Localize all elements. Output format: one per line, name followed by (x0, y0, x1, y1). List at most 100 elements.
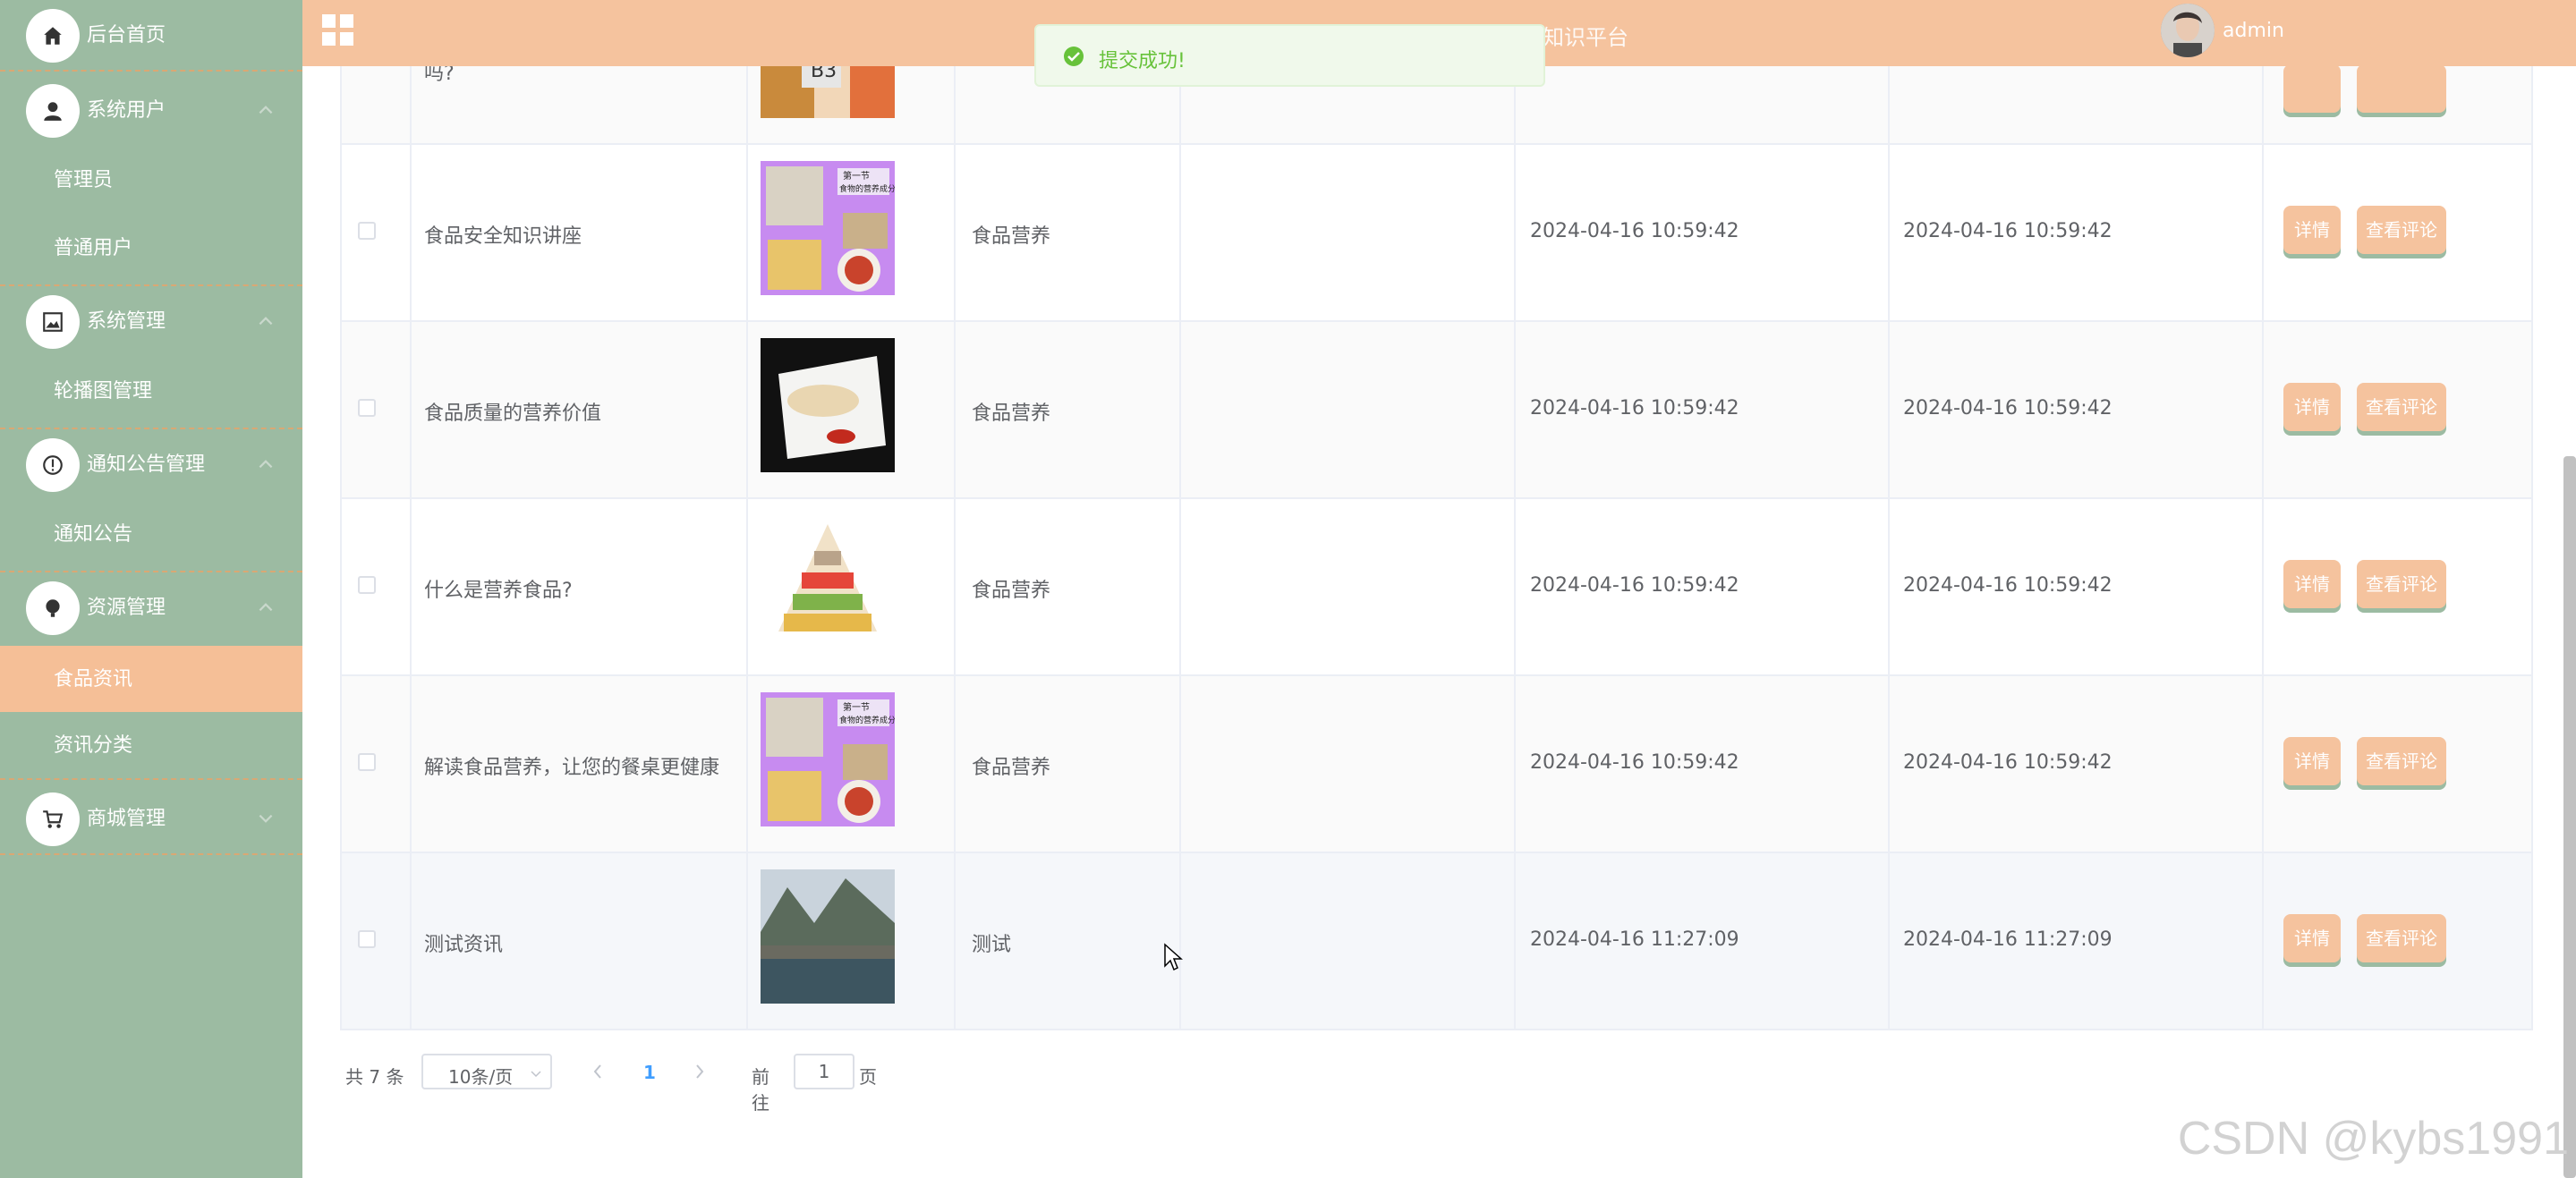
sidebar-item-label: 资讯分类 (54, 734, 133, 757)
sidebar: 后台首页 系统用户 管理员 普通用户 系统管理 轮播图管理 通知公告管理 通知公… (0, 0, 302, 1178)
row-updated-time: 2024-04-16 10:59:42 (1903, 574, 2113, 597)
sidebar-item-notice[interactable]: 通知公告 (0, 501, 302, 572)
sidebar-item-system-users[interactable]: 系统用户 (0, 75, 302, 147)
goto-label: 前往 (752, 1066, 769, 1114)
row-checkbox[interactable] (358, 399, 376, 417)
chevron-up-icon (259, 317, 273, 326)
svg-text:第一节: 第一节 (843, 701, 870, 713)
detail-button[interactable] (2283, 64, 2341, 113)
row-category: 食品营养 (972, 225, 1051, 248)
table-row: 食品安全知识讲座 第一节 食物的营养成分 食品营养 2024-04-16 10:… (342, 145, 2531, 322)
pagination-total: 共 7 条 (345, 1066, 404, 1088)
username[interactable]: admin (2223, 20, 2284, 42)
sidebar-item-label: 普通用户 (54, 237, 133, 259)
comments-button[interactable]: 查看评论 (2357, 914, 2446, 962)
row-title: 食品安全知识讲座 (424, 225, 582, 248)
comments-button[interactable]: 查看评论 (2357, 206, 2446, 254)
next-page-icon[interactable] (691, 1061, 709, 1082)
sidebar-item-label: 通知公告 (54, 523, 133, 546)
detail-button[interactable]: 详情 (2283, 383, 2341, 431)
sidebar-item-label: 轮播图管理 (54, 380, 153, 403)
sidebar-item-home[interactable]: 后台首页 (0, 0, 302, 72)
avatar[interactable] (2161, 4, 2215, 57)
goto-suffix: 页 (859, 1066, 877, 1088)
row-updated-time: 2024-04-16 10:59:42 (1903, 751, 2113, 774)
row-category: 测试 (972, 934, 1012, 956)
sidebar-item-label: 通知公告管理 (87, 453, 206, 476)
toast-message: 提交成功! (1099, 50, 1186, 72)
row-created-time: 2024-04-16 10:59:42 (1530, 751, 1739, 774)
sidebar-item-label: 食品资讯 (54, 668, 133, 691)
comments-button[interactable] (2357, 64, 2446, 113)
row-checkbox[interactable] (358, 753, 376, 771)
detail-button[interactable]: 详情 (2283, 914, 2341, 962)
sidebar-item-label: 商城管理 (87, 808, 166, 830)
sidebar-item-shop[interactable]: 商城管理 (0, 784, 302, 855)
page-number[interactable]: 1 (643, 1062, 656, 1083)
sidebar-item-users[interactable]: 普通用户 (0, 215, 302, 286)
success-check-icon (1064, 47, 1084, 66)
success-toast: 提交成功! (1034, 24, 1545, 87)
row-created-time: 2024-04-16 10:59:42 (1530, 220, 1739, 242)
detail-button[interactable]: 详情 (2283, 737, 2341, 785)
detail-button[interactable]: 详情 (2283, 560, 2341, 608)
row-checkbox[interactable] (358, 576, 376, 594)
sidebar-item-notice-manage[interactable]: 通知公告管理 (0, 429, 302, 501)
sidebar-item-food-news[interactable]: 食品资讯 (0, 646, 302, 712)
row-created-time: 2024-04-16 10:59:42 (1530, 574, 1739, 597)
comments-button[interactable]: 查看评论 (2357, 560, 2446, 608)
row-category: 食品营养 (972, 580, 1051, 602)
row-checkbox[interactable] (358, 930, 376, 948)
row-updated-time: 2024-04-16 11:27:09 (1903, 928, 2113, 951)
mouse-cursor-icon (1164, 943, 1183, 971)
home-icon (26, 9, 80, 63)
sidebar-item-admin[interactable]: 管理员 (0, 147, 302, 218)
sidebar-item-label: 系统用户 (87, 99, 166, 122)
goto-page-input[interactable]: 1 (794, 1054, 854, 1089)
sidebar-item-label: 后台首页 (87, 24, 166, 47)
row-title: 解读食品营养，让您的餐桌更健康 (424, 757, 720, 779)
table-row: 测试资讯 测试 2024-04-16 11:27:09 2024-04-16 1… (342, 853, 2531, 1030)
row-checkbox[interactable] (358, 222, 376, 240)
sidebar-item-carousel[interactable]: 轮播图管理 (0, 358, 302, 429)
prev-page-icon[interactable] (589, 1061, 607, 1082)
row-title: 测试资讯 (424, 934, 504, 956)
row-updated-time: 2024-04-16 10:59:42 (1903, 220, 2113, 242)
table-row: 什么是营养食品? 食品营养 2024-04-16 10:59:42 2024-0… (342, 499, 2531, 676)
grid-menu-icon[interactable] (322, 14, 354, 47)
row-thumbnail: 第一节 食物的营养成分 (761, 692, 895, 826)
user-icon (26, 84, 80, 138)
sidebar-item-resources[interactable]: 资源管理 (0, 572, 302, 644)
sidebar-item-news-category[interactable]: 资讯分类 (0, 712, 302, 780)
scrollbar[interactable] (2563, 456, 2576, 1178)
chevron-down-icon (531, 1071, 541, 1078)
sidebar-item-label: 系统管理 (87, 310, 166, 333)
row-title: 什么是营养食品? (424, 580, 573, 602)
row-created-time: 2024-04-16 11:27:09 (1530, 928, 1739, 951)
row-thumbnail (761, 515, 895, 649)
chevron-up-icon (259, 603, 273, 612)
cart-icon (26, 792, 80, 846)
svg-text:第一节: 第一节 (843, 170, 870, 182)
detail-button[interactable]: 详情 (2283, 206, 2341, 254)
row-category: 食品营养 (972, 403, 1051, 425)
row-created-time: 2024-04-16 10:59:42 (1530, 397, 1739, 420)
svg-text:食物的营养成分: 食物的营养成分 (839, 183, 895, 194)
sidebar-item-label: 资源管理 (87, 597, 166, 619)
comments-button[interactable]: 查看评论 (2357, 383, 2446, 431)
watermark: CSDN @kybs1991 (2177, 1113, 2569, 1165)
chevron-up-icon (259, 460, 273, 469)
row-title: 食品质量的营养价值 (424, 403, 602, 425)
bulb-icon (26, 581, 80, 635)
sidebar-item-label: 管理员 (54, 169, 114, 191)
comments-button[interactable]: 查看评论 (2357, 737, 2446, 785)
sidebar-item-system-manage[interactable]: 系统管理 (0, 286, 302, 358)
page-size-select[interactable]: 10条/页 (421, 1054, 552, 1089)
info-icon (26, 438, 80, 492)
row-thumbnail (761, 869, 895, 1004)
table-row: 解读食品营养，让您的餐桌更健康 第一节 食物的营养成分 食品营养 2024-04… (342, 676, 2531, 853)
page-size-value: 10条/页 (448, 1066, 514, 1088)
chevron-down-icon (259, 814, 273, 823)
row-updated-time: 2024-04-16 10:59:42 (1903, 397, 2113, 420)
row-category: 食品营养 (972, 757, 1051, 779)
